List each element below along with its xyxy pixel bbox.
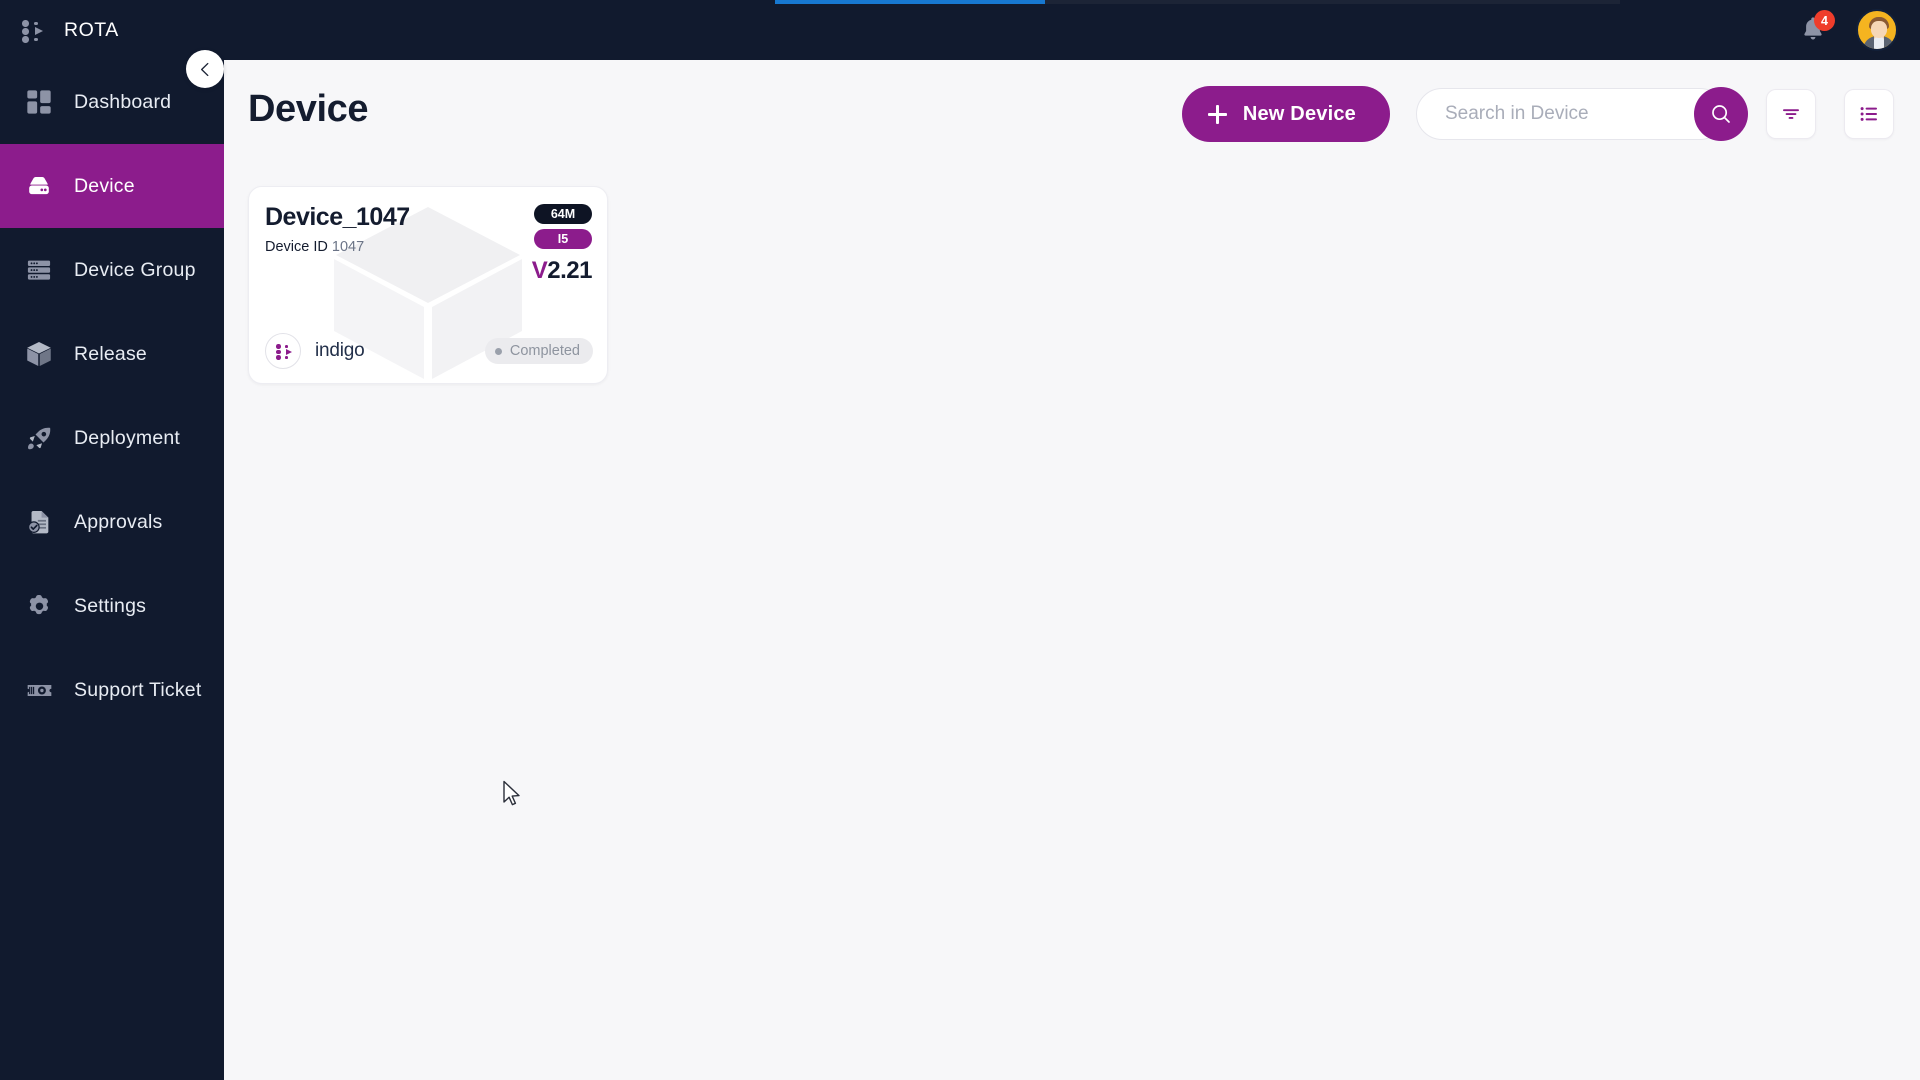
status-label: Completed — [509, 343, 580, 359]
sidebar-item-release[interactable]: Release — [0, 312, 224, 396]
rota-dots-play-icon — [22, 17, 48, 43]
version-number: 2.21 — [547, 257, 592, 284]
plus-icon — [1207, 104, 1227, 124]
gear-icon — [22, 589, 56, 623]
device-id-label: Device ID — [265, 239, 328, 255]
status-badge: Completed — [484, 338, 593, 364]
list-view-icon — [1860, 107, 1877, 121]
ticket-gear-icon — [22, 673, 56, 707]
sidebar-item-label: Dashboard — [74, 90, 172, 113]
device-card-grid: Device_1047 Device ID 1047 64M I5 V2.21 — [248, 186, 608, 384]
top-bar: ROTA 4 — [0, 0, 1920, 60]
device-tier-badge: I5 — [534, 229, 592, 249]
search-button[interactable] — [1694, 87, 1748, 141]
sidebar-item-label: Support Ticket — [74, 678, 202, 701]
list-view-button[interactable] — [1844, 89, 1894, 139]
device-server-icon — [22, 169, 56, 203]
filter-button[interactable] — [1766, 89, 1816, 139]
device-card[interactable]: Device_1047 Device ID 1047 64M I5 V2.21 — [248, 186, 608, 384]
header-actions: New Device — [1181, 86, 1894, 142]
new-device-label: New Device — [1242, 102, 1356, 125]
main-content: Device New Device Search in Device Devic… — [224, 60, 1920, 1080]
document-check-icon — [22, 505, 56, 539]
rota-dots-play-icon — [265, 333, 301, 369]
sidebar-item-label: Approvals — [74, 510, 163, 533]
device-card-footer: indigo Completed — [265, 333, 593, 369]
sidebar-item-label: Device — [74, 174, 135, 197]
brand-logo[interactable]: ROTA — [22, 0, 119, 60]
notification-count-badge: 4 — [1814, 10, 1835, 31]
top-bar-actions: 4 — [1800, 0, 1898, 60]
release-box-icon — [22, 337, 56, 371]
sidebar-item-device[interactable]: Device — [0, 144, 224, 228]
device-group-rack-icon — [22, 253, 56, 287]
sidebar-item-label: Release — [74, 342, 147, 365]
search-icon — [1712, 105, 1730, 123]
notifications-button[interactable]: 4 — [1800, 10, 1835, 45]
page-loading-progress — [0, 0, 1920, 4]
device-size-badge: 64M — [534, 204, 592, 224]
search-input[interactable] — [1416, 88, 1726, 140]
chevron-left-icon — [200, 62, 208, 76]
avatar[interactable] — [1856, 9, 1898, 51]
sidebar-collapse-button[interactable] — [186, 50, 224, 88]
device-card-id: Device ID 1047 — [265, 239, 364, 255]
new-device-button[interactable]: New Device — [1181, 86, 1390, 142]
sidebar-item-deployment[interactable]: Deployment — [0, 396, 224, 480]
brand-name: ROTA — [64, 18, 119, 41]
filter-icon — [1783, 109, 1799, 119]
page-title: Device — [248, 88, 369, 130]
status-dot-icon — [494, 347, 502, 355]
page-header: Device New Device — [224, 60, 1920, 170]
sidebar-item-label: Device Group — [74, 258, 196, 281]
sidebar: Dashboard Device Device Group Release De… — [0, 60, 224, 1080]
sidebar-item-label: Settings — [74, 594, 147, 617]
device-id-value: 1047 — [331, 239, 365, 255]
sidebar-item-settings[interactable]: Settings — [0, 564, 224, 648]
sidebar-item-support-ticket[interactable]: Support Ticket — [0, 648, 224, 732]
device-card-title: Device_1047 — [265, 203, 410, 231]
sidebar-item-device-group[interactable]: Device Group — [0, 228, 224, 312]
sidebar-item-label: Deployment — [74, 426, 181, 449]
rocket-icon — [22, 421, 56, 455]
sidebar-item-approvals[interactable]: Approvals — [0, 480, 224, 564]
search-container — [1416, 87, 1748, 141]
dashboard-grid-icon — [22, 85, 56, 119]
device-vendor-name: indigo — [315, 340, 365, 361]
device-version: V2.21 — [531, 257, 593, 285]
version-prefix: V — [531, 257, 548, 284]
progress-bar-fill — [775, 0, 1045, 4]
